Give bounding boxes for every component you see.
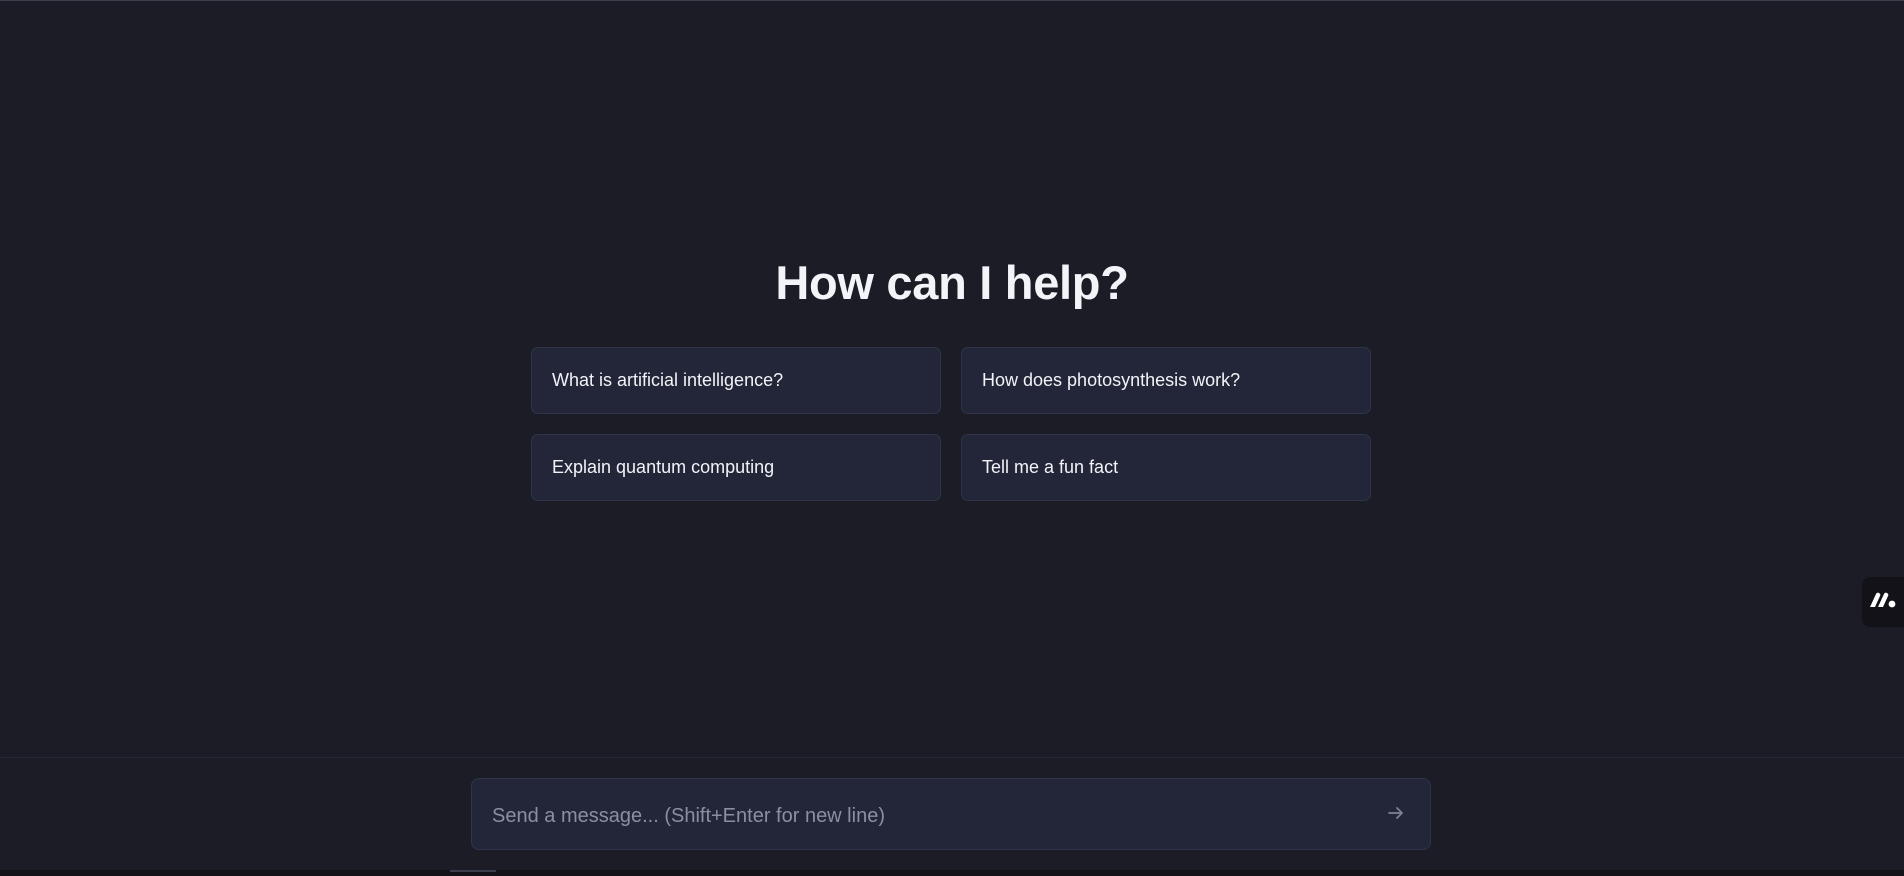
suggestion-button[interactable]: How does photosynthesis work? — [961, 347, 1371, 414]
composer-area — [0, 758, 1904, 870]
side-widget-button[interactable] — [1862, 577, 1904, 627]
brand-logo-icon — [1868, 591, 1898, 614]
bottom-strip — [0, 870, 1904, 876]
chat-empty-state: How can I help? What is artificial intel… — [0, 1, 1904, 757]
message-input[interactable] — [492, 802, 1352, 830]
bottom-tab-indicator — [450, 870, 496, 872]
suggestion-label: What is artificial intelligence? — [552, 370, 784, 390]
message-composer — [471, 778, 1431, 850]
suggestion-button[interactable]: Tell me a fun fact — [961, 434, 1371, 501]
suggestion-button[interactable]: What is artificial intelligence? — [531, 347, 941, 414]
send-button[interactable] — [1382, 801, 1410, 829]
arrow-right-icon — [1386, 803, 1406, 828]
suggestion-label: Tell me a fun fact — [982, 457, 1119, 477]
page-title: How can I help? — [775, 256, 1129, 309]
suggestion-label: How does photosynthesis work? — [982, 370, 1241, 390]
suggestion-button[interactable]: Explain quantum computing — [531, 434, 941, 501]
suggestion-label: Explain quantum computing — [552, 457, 775, 477]
